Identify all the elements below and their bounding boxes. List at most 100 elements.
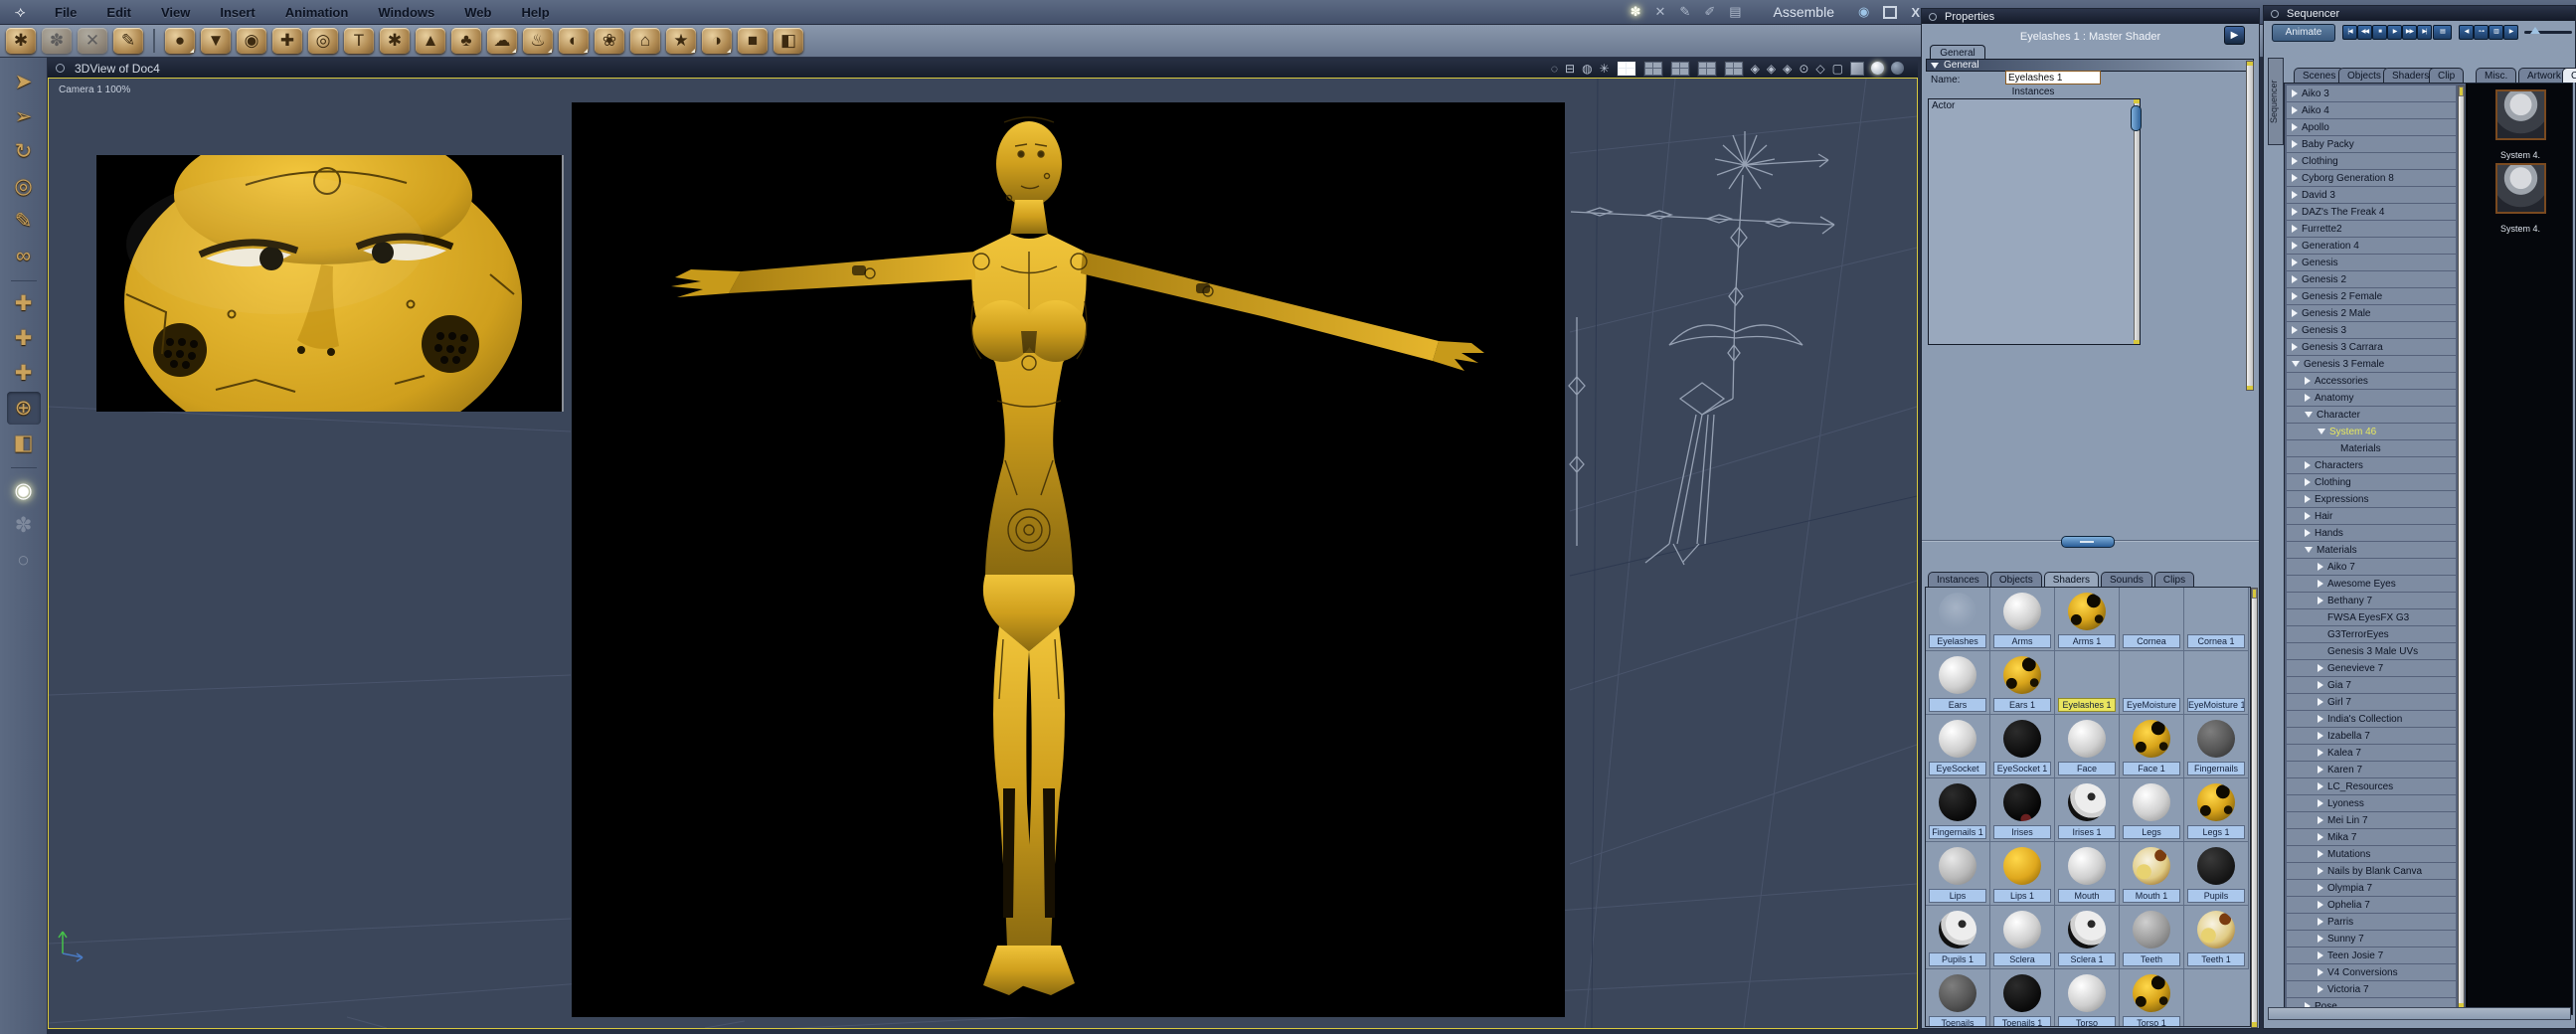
sequencer-vertical-tab[interactable]: Sequencer <box>2268 58 2284 145</box>
menu-item-animation[interactable]: Animation <box>270 5 364 20</box>
shader-cell[interactable]: Torso 1 <box>2120 969 2184 1026</box>
forward-arrow-button[interactable]: ▶ <box>2224 26 2245 45</box>
tree-item[interactable]: System 46 <box>2287 424 2456 439</box>
flat-cube-icon[interactable] <box>1850 61 1864 76</box>
collapsed-triangle-icon[interactable] <box>2318 918 2323 926</box>
tree-item[interactable]: Clothing <box>2287 474 2456 490</box>
collapsed-triangle-icon[interactable] <box>2305 529 2311 537</box>
collapsed-triangle-icon[interactable] <box>2292 292 2298 300</box>
normals-icon[interactable]: ⊙ <box>1799 62 1808 76</box>
insert-bones-icon[interactable]: ✚ <box>272 28 302 54</box>
tree-item[interactable]: DAZ's The Freak 4 <box>2287 204 2456 220</box>
insert-plane-icon[interactable]: ■ <box>738 28 768 54</box>
tab-instances[interactable]: Instances <box>1928 572 1988 588</box>
shader-cell[interactable]: Lips 1 <box>1990 842 2055 906</box>
shader-cell[interactable]: Mouth 1 <box>2120 842 2184 906</box>
tree-item[interactable]: Apollo <box>2287 119 2456 135</box>
menu-item-help[interactable]: Help <box>506 5 564 20</box>
tab-shaders[interactable]: Shaders <box>2043 572 2099 588</box>
tree-item[interactable]: India's Collection <box>2287 711 2456 727</box>
collapsed-triangle-icon[interactable] <box>2318 681 2323 689</box>
collapsed-triangle-icon[interactable] <box>2305 394 2311 402</box>
tree-item[interactable]: Materials <box>2287 440 2456 456</box>
rewind-button[interactable]: ◀◀ <box>2357 25 2372 40</box>
tree-item[interactable]: Aiko 7 <box>2287 559 2456 575</box>
tree-scrollbar[interactable] <box>2458 86 2465 1012</box>
tree-item[interactable]: Baby Packy <box>2287 136 2456 152</box>
shader-cell[interactable]: Eyelashes <box>1926 588 1990 651</box>
collapsed-triangle-icon[interactable] <box>2318 664 2323 672</box>
panel-splitter[interactable] <box>1922 536 2259 548</box>
tree-item[interactable]: Character <box>2287 407 2456 423</box>
pen-icon[interactable]: ✎ <box>1679 4 1690 20</box>
go-end-button[interactable]: ▶| <box>2417 25 2432 40</box>
tree-item[interactable]: Genesis 3 <box>2287 322 2456 338</box>
insert-rocks-icon[interactable]: ◐ <box>559 28 589 54</box>
tree-item[interactable]: Genesis 3 Carrara <box>2287 339 2456 355</box>
layout-corner-icon[interactable] <box>1723 60 1744 77</box>
expanded-triangle-icon[interactable] <box>2305 412 2313 418</box>
move-xz-tool-icon[interactable]: ✚ <box>7 322 41 355</box>
tab-clip[interactable]: Clip <box>2429 68 2465 83</box>
eye-icon[interactable]: ◉ <box>1858 4 1869 20</box>
tree-item[interactable]: Generation 4 <box>2287 238 2456 254</box>
delete-keyframe-button[interactable]: ▥ <box>2489 25 2503 40</box>
shader-cell[interactable]: Irises <box>1990 778 2055 842</box>
tree-item[interactable]: Gia 7 <box>2287 677 2456 693</box>
tree-item[interactable]: Parris <box>2287 914 2456 930</box>
collapsed-triangle-icon[interactable] <box>2292 275 2298 283</box>
tab-general[interactable]: General <box>1930 45 1985 60</box>
tree-item[interactable]: Lyoness <box>2287 795 2456 811</box>
collapsed-triangle-icon[interactable] <box>2318 816 2323 824</box>
shader-cell[interactable]: Legs <box>2120 778 2184 842</box>
shield-bone-icon[interactable]: ◈ <box>1767 62 1776 76</box>
insert-camera-icon[interactable]: ◑ <box>702 28 732 54</box>
close-icon[interactable]: X <box>1911 5 1920 20</box>
collapsed-triangle-icon[interactable] <box>2292 123 2298 131</box>
shader-cell[interactable]: Toenails <box>1926 969 1990 1026</box>
shader-cell[interactable]: Ears <box>1926 651 1990 715</box>
collapsed-triangle-icon[interactable] <box>2292 174 2298 182</box>
collapsed-triangle-icon[interactable] <box>2318 580 2323 588</box>
menu-item-insert[interactable]: Insert <box>205 5 269 20</box>
render-sphere-pair-icon[interactable]: ◌ <box>1551 62 1558 76</box>
animate-button[interactable]: Animate <box>2272 24 2335 42</box>
shader-cell[interactable]: Face 1 <box>2120 715 2184 778</box>
pan-view-tool-icon[interactable]: ✽ <box>7 509 41 542</box>
select-tool-icon[interactable]: ➤ <box>7 66 41 98</box>
tree-item[interactable]: Victoria 7 <box>2287 981 2456 997</box>
shader-cell[interactable]: Teeth 1 <box>2184 906 2249 969</box>
tree-item[interactable]: David 3 <box>2287 187 2456 203</box>
collapsed-triangle-icon[interactable] <box>2292 89 2298 97</box>
shader-cell[interactable]: Ears 1 <box>1990 651 2055 715</box>
collapsed-triangle-icon[interactable] <box>2305 461 2311 469</box>
tree-item[interactable]: Expressions <box>2287 491 2456 507</box>
tree-item[interactable]: Awesome Eyes <box>2287 576 2456 592</box>
scale-tool-icon[interactable]: ◎ <box>7 170 41 203</box>
prev-key-button[interactable]: ◀ <box>2459 25 2474 40</box>
expanded-triangle-icon[interactable] <box>2318 429 2325 434</box>
collapsed-triangle-icon[interactable] <box>2292 258 2298 266</box>
tree-item[interactable]: Karen 7 <box>2287 762 2456 777</box>
paint-stamp-icon[interactable]: ✎ <box>113 28 143 54</box>
collapsed-triangle-icon[interactable] <box>2318 732 2323 740</box>
corner-view-tool-icon[interactable]: ◧ <box>7 427 41 459</box>
collapsed-triangle-icon[interactable] <box>2318 833 2323 841</box>
scrollbar-thumb[interactable] <box>2131 105 2142 131</box>
collapsed-triangle-icon[interactable] <box>2292 191 2298 199</box>
insert-globe-icon[interactable]: ◉ <box>237 28 266 54</box>
tree-item[interactable]: Olympia 7 <box>2287 880 2456 896</box>
fast-forward-button[interactable]: ▶▶ <box>2402 25 2417 40</box>
collapsed-triangle-icon[interactable] <box>2292 157 2298 165</box>
camera-view-icon[interactable]: ◍ <box>1582 62 1592 76</box>
shader-cell[interactable]: Fingernails 1 <box>1926 778 1990 842</box>
instances-list-item[interactable]: Actor <box>1929 99 2140 112</box>
insert-house-icon[interactable]: ⌂ <box>630 28 660 54</box>
menu-item-file[interactable]: File <box>40 5 91 20</box>
hand-tool-icon[interactable]: ✽ <box>1631 4 1641 20</box>
shader-cell[interactable]: Mouth <box>2055 842 2120 906</box>
collapsed-triangle-icon[interactable] <box>2292 309 2298 317</box>
collapsed-triangle-icon[interactable] <box>2318 563 2323 571</box>
tab-misc[interactable]: Misc. <box>2476 68 2517 83</box>
collapsed-triangle-icon[interactable] <box>2318 968 2323 976</box>
